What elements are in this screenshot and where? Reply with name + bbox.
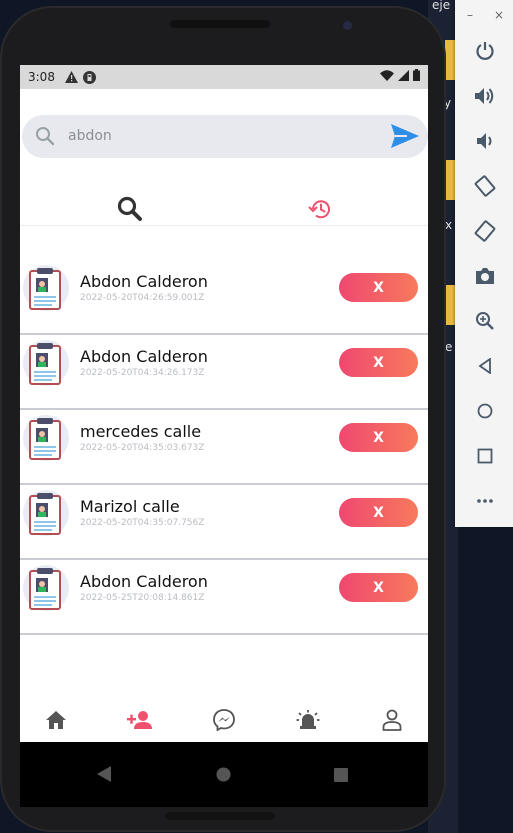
rotate-left-button[interactable] xyxy=(474,175,496,197)
nav-profile[interactable] xyxy=(379,707,405,733)
clipboard-avatar-icon xyxy=(23,265,69,311)
rotate-left-icon xyxy=(474,175,496,197)
volume-down-button[interactable] xyxy=(474,130,496,152)
tab-history[interactable] xyxy=(305,195,333,223)
system-navigation-bar xyxy=(20,742,428,807)
home-circle-icon[interactable] xyxy=(216,767,231,786)
emulator-toolbar: – × xyxy=(455,0,513,527)
bg-text-3: x xyxy=(445,218,453,232)
delete-record-button[interactable]: X xyxy=(339,348,418,377)
tab-search[interactable] xyxy=(116,195,144,223)
earpiece xyxy=(170,20,270,28)
screenshot-button[interactable] xyxy=(474,265,496,287)
record-name: Abdon Calderon xyxy=(80,272,208,291)
record-timestamp: 2022-05-20T04:26:59.001Z xyxy=(80,293,205,303)
rotate-right-button[interactable] xyxy=(474,220,496,242)
rotate-right-icon xyxy=(474,220,496,242)
delete-record-button[interactable]: X xyxy=(339,273,418,302)
nav-home[interactable] xyxy=(43,707,69,733)
back-triangle-icon xyxy=(478,358,491,374)
bg-text-4: e xyxy=(445,340,453,354)
list-item[interactable]: mercedes calle 2022-05-20T04:35:03.673Z … xyxy=(20,410,428,485)
battery-icon xyxy=(413,69,420,84)
search-input[interactable] xyxy=(68,125,368,147)
home-button[interactable] xyxy=(474,400,496,422)
status-bar: 3:08 xyxy=(20,65,428,89)
power-button[interactable] xyxy=(474,40,496,62)
record-name: mercedes calle xyxy=(80,422,202,441)
bg-folder xyxy=(445,40,455,80)
list-item[interactable]: Abdon Calderon 2022-05-20T04:26:59.001Z … xyxy=(20,260,428,335)
record-timestamp: 2022-05-20T04:35:03.673Z xyxy=(80,443,205,453)
zoom-button[interactable] xyxy=(474,310,496,332)
volume-up-icon xyxy=(475,88,494,104)
tab-bar xyxy=(20,189,428,226)
list-item[interactable]: Abdon Calderon 2022-05-25T20:08:14.861Z … xyxy=(20,560,428,635)
back-button[interactable] xyxy=(474,355,496,377)
home-icon xyxy=(46,711,66,729)
back-icon[interactable] xyxy=(97,766,111,786)
history-screen: Abdon Calderon 2022-05-20T04:26:59.001Z … xyxy=(20,89,428,742)
messenger-icon xyxy=(213,709,235,731)
clipboard-avatar-icon xyxy=(23,565,69,611)
bg-text-1: eje xyxy=(432,0,451,12)
delete-record-button[interactable]: X xyxy=(339,573,418,602)
app-notification-icon xyxy=(82,70,96,84)
record-timestamp: 2022-05-20T04:35:07.756Z xyxy=(80,518,205,528)
record-name: Abdon Calderon xyxy=(80,572,208,591)
overview-square-icon xyxy=(477,448,493,464)
phone-screen: 3:08 abdon Abdon Calderon 2022-05-20T04:… xyxy=(20,65,428,807)
more-icon xyxy=(477,499,493,503)
bottom-navigation xyxy=(20,699,428,742)
camera-icon xyxy=(476,268,494,284)
history-list: Abdon Calderon 2022-05-20T04:26:59.001Z … xyxy=(20,260,428,635)
bg-folder xyxy=(445,285,455,325)
front-camera xyxy=(343,21,352,30)
nav-add-user[interactable] xyxy=(127,707,153,733)
search-bar xyxy=(22,115,428,158)
overview-button[interactable] xyxy=(474,445,496,467)
record-timestamp: 2022-05-25T20:08:14.861Z xyxy=(80,593,205,603)
home-circle-icon xyxy=(477,403,493,419)
bg-folder xyxy=(445,160,455,200)
delete-record-button[interactable]: X xyxy=(339,423,418,452)
signal-icon xyxy=(398,69,409,84)
search-icon xyxy=(117,196,142,221)
recents-icon[interactable] xyxy=(334,767,348,786)
volume-up-button[interactable] xyxy=(474,85,496,107)
more-options-button[interactable] xyxy=(474,490,496,512)
list-item[interactable]: Marizol calle 2022-05-20T04:35:07.756Z X xyxy=(20,485,428,560)
bottom-speaker xyxy=(165,812,275,820)
list-item[interactable]: Abdon Calderon 2022-05-20T04:34:26.173Z … xyxy=(20,335,428,410)
delete-record-button[interactable]: X xyxy=(339,498,418,527)
power-icon xyxy=(476,42,494,60)
alarm-bell-icon xyxy=(296,710,320,729)
record-name: Abdon Calderon xyxy=(80,347,208,366)
history-icon xyxy=(308,200,330,219)
volume-down-icon xyxy=(477,133,492,149)
warning-icon xyxy=(64,71,78,83)
clipboard-avatar-icon xyxy=(23,415,69,461)
clipboard-avatar-icon xyxy=(23,340,69,386)
add-user-icon xyxy=(127,711,152,729)
minimize-button[interactable]: – xyxy=(467,8,473,22)
send-icon[interactable] xyxy=(391,124,419,152)
nav-alarm[interactable] xyxy=(295,707,321,733)
search-icon xyxy=(35,126,55,150)
nav-messenger[interactable] xyxy=(211,707,237,733)
close-button[interactable]: × xyxy=(494,8,504,22)
wifi-icon xyxy=(380,69,394,84)
status-time: 3:08 xyxy=(28,70,55,84)
record-name: Marizol calle xyxy=(80,497,180,516)
profile-icon xyxy=(382,709,402,731)
clipboard-avatar-icon xyxy=(23,490,69,536)
record-timestamp: 2022-05-20T04:34:26.173Z xyxy=(80,368,205,378)
zoom-icon xyxy=(476,312,494,330)
